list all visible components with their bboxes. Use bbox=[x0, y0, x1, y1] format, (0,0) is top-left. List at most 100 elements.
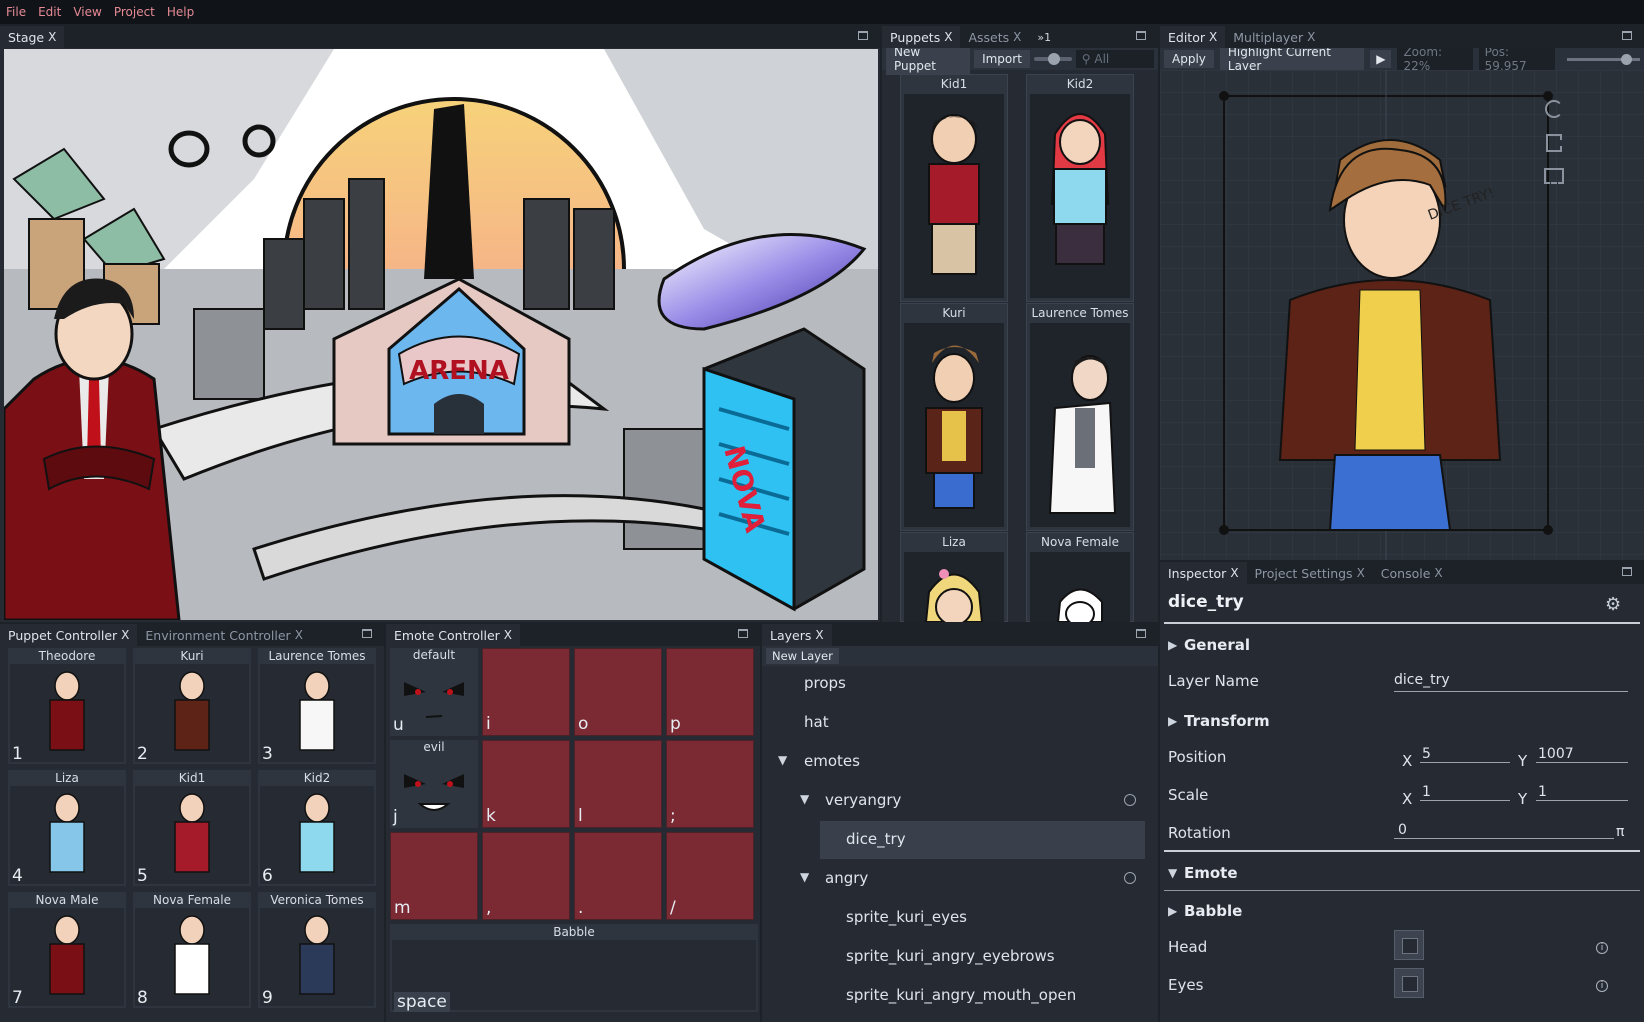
eyes-checkbox[interactable] bbox=[1394, 968, 1424, 998]
tab-assets[interactable]: Assets X bbox=[960, 26, 1029, 48]
section-babble[interactable]: Babble bbox=[1184, 902, 1242, 920]
maximize-icon[interactable] bbox=[858, 31, 868, 40]
tab-emote-controller[interactable]: Emote Controller X bbox=[386, 624, 521, 646]
expand-arrow-icon[interactable]: ▼ bbox=[800, 870, 809, 884]
close-icon[interactable]: X bbox=[1307, 30, 1315, 44]
puppet-card[interactable]: Nova Female bbox=[1026, 532, 1134, 622]
collapse-arrow-icon[interactable]: ▶ bbox=[1168, 638, 1177, 652]
info-icon[interactable]: i bbox=[1596, 980, 1608, 992]
collapse-arrow-icon[interactable]: ▶ bbox=[1168, 714, 1177, 728]
section-general[interactable]: General bbox=[1184, 636, 1250, 654]
close-icon[interactable]: X bbox=[295, 628, 303, 642]
emote-slot-empty[interactable]: / bbox=[666, 832, 754, 920]
maximize-icon[interactable] bbox=[1622, 567, 1632, 576]
layer-item[interactable]: emotes bbox=[804, 752, 860, 770]
rotate-icon[interactable] bbox=[1545, 100, 1563, 118]
size-slider[interactable] bbox=[1033, 53, 1072, 65]
puppet-card[interactable]: Kuri bbox=[900, 303, 1008, 531]
puppet-controller-card[interactable]: Laurence Tomes 3 bbox=[258, 648, 376, 764]
layer-item[interactable]: hat bbox=[804, 713, 829, 731]
puppet-controller-card[interactable]: Kuri 2 bbox=[133, 648, 251, 764]
tab-environment-controller[interactable]: Environment Controller X bbox=[137, 624, 311, 646]
close-icon[interactable]: X bbox=[1434, 566, 1442, 580]
menu-file[interactable]: File bbox=[6, 5, 34, 19]
emote-slot-empty[interactable]: k bbox=[482, 740, 570, 828]
puppet-card[interactable]: Laurence Tomes bbox=[1026, 303, 1134, 531]
close-icon[interactable]: X bbox=[1230, 566, 1238, 580]
layer-item[interactable]: angry bbox=[825, 869, 868, 887]
close-icon[interactable]: X bbox=[1357, 566, 1365, 580]
layer-item[interactable]: sprite_kuri_angry_mouth_open bbox=[846, 986, 1076, 1004]
emote-slot-empty[interactable]: , bbox=[482, 832, 570, 920]
close-icon[interactable]: X bbox=[121, 628, 129, 642]
tab-overflow[interactable]: »1 bbox=[1029, 26, 1059, 48]
menu-view[interactable]: View bbox=[69, 5, 109, 19]
emote-slot-default[interactable]: default u bbox=[390, 648, 478, 736]
play-button[interactable]: ▶ bbox=[1370, 50, 1392, 68]
flip-vertical-icon[interactable] bbox=[1544, 168, 1564, 184]
close-icon[interactable]: X bbox=[504, 628, 512, 642]
expand-arrow-icon[interactable]: ▼ bbox=[800, 792, 809, 806]
expand-arrow-icon[interactable]: ▼ bbox=[1168, 866, 1177, 880]
flip-horizontal-icon[interactable] bbox=[1546, 134, 1562, 152]
menu-project[interactable]: Project bbox=[110, 5, 163, 19]
tab-inspector[interactable]: Inspector X bbox=[1160, 562, 1247, 584]
emote-slot-evil[interactable]: evil j bbox=[390, 740, 478, 828]
emote-slot-empty[interactable]: l bbox=[574, 740, 662, 828]
emote-slot-empty[interactable]: m bbox=[390, 832, 478, 920]
puppet-card[interactable]: Kid1 bbox=[900, 74, 1008, 302]
close-icon[interactable]: X bbox=[48, 30, 56, 44]
puppet-controller-card[interactable]: Theodore Blackvale1 bbox=[8, 648, 126, 764]
layer-item[interactable]: props bbox=[804, 674, 846, 692]
position-x-field[interactable]: 5 bbox=[1420, 746, 1510, 763]
close-icon[interactable]: X bbox=[1209, 30, 1217, 44]
emote-slot-empty[interactable]: . bbox=[574, 832, 662, 920]
emote-slot-empty[interactable]: ; bbox=[666, 740, 754, 828]
zoom-slider[interactable] bbox=[1566, 53, 1640, 65]
emote-slot-empty[interactable]: p bbox=[666, 648, 754, 736]
tab-project-settings[interactable]: Project Settings X bbox=[1247, 562, 1373, 584]
slider-handle[interactable] bbox=[1620, 53, 1632, 65]
tab-stage[interactable]: Stage X bbox=[0, 26, 65, 48]
maximize-icon[interactable] bbox=[1136, 629, 1146, 638]
babble-slot[interactable]: Babble space bbox=[390, 924, 758, 1012]
maximize-icon[interactable] bbox=[1136, 31, 1146, 40]
slider-handle[interactable] bbox=[1047, 53, 1060, 65]
info-icon[interactable]: i bbox=[1596, 942, 1608, 954]
close-icon[interactable]: X bbox=[944, 30, 952, 44]
section-transform[interactable]: Transform bbox=[1184, 712, 1270, 730]
scale-y-field[interactable]: 1 bbox=[1536, 784, 1628, 801]
section-emote[interactable]: Emote bbox=[1184, 864, 1238, 882]
gear-icon[interactable]: ⚙ bbox=[1605, 594, 1621, 615]
layer-name-field[interactable]: dice_try bbox=[1394, 672, 1628, 692]
puppet-card[interactable]: Kid2 bbox=[1026, 74, 1134, 302]
new-layer-button[interactable]: New Layer bbox=[766, 648, 839, 664]
menu-edit[interactable]: Edit bbox=[34, 5, 69, 19]
layer-item[interactable]: sprite_kuri_eyes bbox=[846, 908, 967, 926]
rotation-field[interactable]: 0 bbox=[1394, 822, 1614, 839]
emote-slot-empty[interactable]: i bbox=[482, 648, 570, 736]
tab-puppets[interactable]: Puppets X bbox=[882, 26, 961, 48]
tab-layers[interactable]: Layers X bbox=[762, 624, 832, 646]
puppet-card[interactable]: Liza bbox=[900, 532, 1008, 622]
tab-console[interactable]: Console X bbox=[1373, 562, 1451, 584]
apply-button[interactable]: Apply bbox=[1164, 50, 1214, 68]
close-icon[interactable]: X bbox=[815, 628, 823, 642]
maximize-icon[interactable] bbox=[362, 629, 372, 638]
stage-canvas[interactable]: ARENA NOVA bbox=[4, 49, 878, 620]
head-checkbox[interactable] bbox=[1394, 930, 1424, 960]
emote-slot-empty[interactable]: o bbox=[574, 648, 662, 736]
puppet-controller-card[interactable]: Nova Male 7 bbox=[8, 892, 126, 1008]
position-y-field[interactable]: 1007 bbox=[1536, 746, 1628, 763]
layer-item[interactable]: dice_try bbox=[846, 830, 906, 848]
puppet-controller-card[interactable]: Kid2 6 bbox=[258, 770, 376, 886]
puppet-controller-card[interactable]: Liza 4 bbox=[8, 770, 126, 886]
scale-x-field[interactable]: 1 bbox=[1420, 784, 1510, 801]
close-icon[interactable]: X bbox=[1013, 30, 1021, 44]
collapse-arrow-icon[interactable]: ▶ bbox=[1168, 904, 1177, 918]
puppet-controller-card[interactable]: Nova Female 8 bbox=[133, 892, 251, 1008]
menu-help[interactable]: Help bbox=[163, 5, 202, 19]
expand-arrow-icon[interactable]: ▼ bbox=[778, 753, 787, 767]
import-button[interactable]: Import bbox=[974, 50, 1030, 68]
tab-multiplayer[interactable]: Multiplayer X bbox=[1225, 26, 1323, 48]
